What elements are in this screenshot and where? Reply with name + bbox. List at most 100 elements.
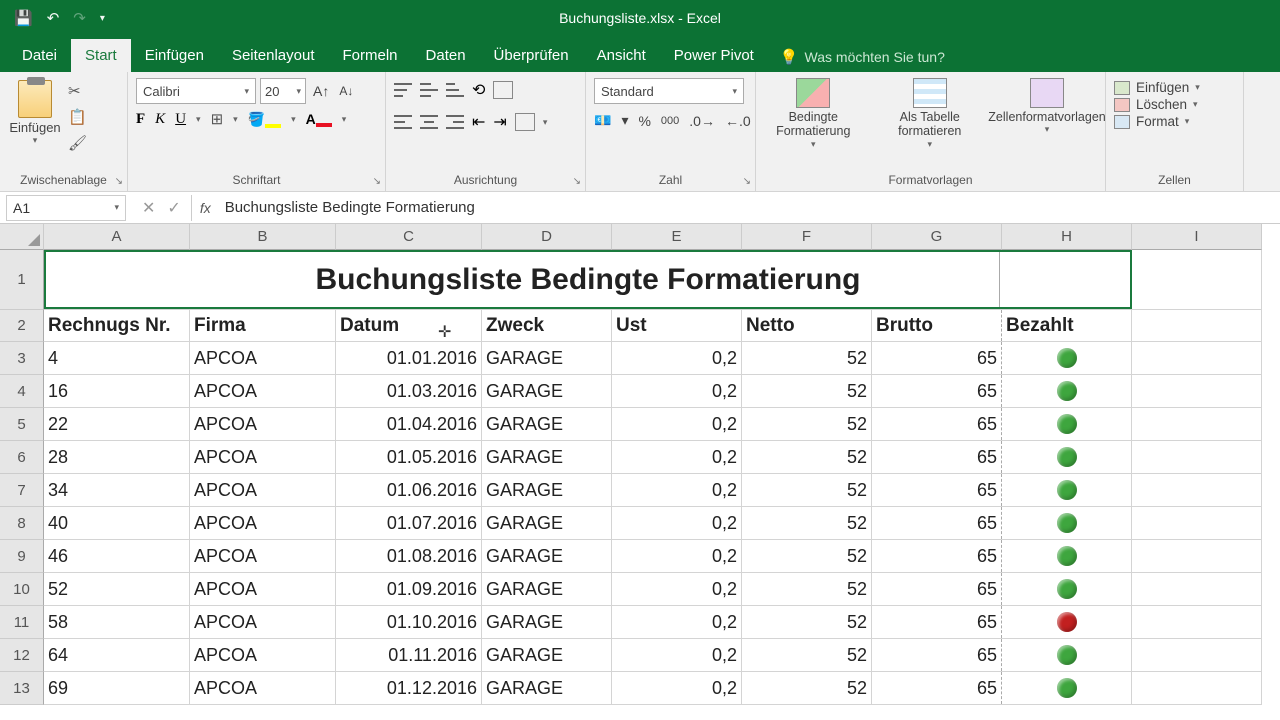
paid-status-cell[interactable] [1002, 606, 1132, 638]
data-cell[interactable]: 65 [872, 408, 1002, 440]
column-header[interactable]: F [742, 224, 872, 250]
format-as-table-button[interactable]: Als Tabelle formatieren▾ [881, 78, 980, 150]
paste-button[interactable]: Einfügen ▾ [8, 76, 62, 152]
paid-status-cell[interactable] [1002, 672, 1132, 704]
cell[interactable] [1132, 408, 1262, 440]
cell-styles-button[interactable]: Zellenformatvorlagen▾ [997, 78, 1097, 150]
row-header[interactable]: 13 [0, 672, 44, 705]
percent-button[interactable]: % [638, 113, 650, 129]
font-color-button[interactable]: A [306, 111, 332, 127]
increase-indent-icon[interactable]: ⇥ [493, 112, 506, 132]
data-cell[interactable]: 01.08.2016 [336, 540, 482, 572]
row-header[interactable]: 3 [0, 342, 44, 375]
data-cell[interactable]: 65 [872, 573, 1002, 605]
tab-einfuegen[interactable]: Einfügen [131, 39, 218, 72]
header-cell[interactable]: Zweck [482, 310, 612, 341]
data-cell[interactable]: 52 [742, 540, 872, 572]
chevron-down-icon[interactable]: ▾ [621, 112, 628, 129]
chevron-down-icon[interactable]: ▾ [196, 114, 201, 125]
data-cell[interactable]: 0,2 [612, 540, 742, 572]
data-cell[interactable]: 52 [742, 375, 872, 407]
data-cell[interactable]: 01.09.2016 [336, 573, 482, 605]
data-cell[interactable]: APCOA [190, 672, 336, 704]
paid-status-cell[interactable] [1002, 507, 1132, 539]
data-cell[interactable]: APCOA [190, 507, 336, 539]
data-cell[interactable]: 52 [742, 474, 872, 506]
increase-font-icon[interactable]: A↑ [310, 83, 332, 99]
copy-icon[interactable]: 📋 [68, 108, 87, 126]
data-cell[interactable]: GARAGE [482, 639, 612, 671]
row-header[interactable]: 8 [0, 507, 44, 540]
cell[interactable] [1132, 672, 1262, 704]
data-cell[interactable]: 65 [872, 507, 1002, 539]
data-cell[interactable]: 22 [44, 408, 190, 440]
data-cell[interactable]: 52 [742, 441, 872, 473]
cells-area[interactable]: Buchungsliste Bedingte FormatierungRechn… [44, 250, 1262, 705]
data-cell[interactable]: 01.04.2016 [336, 408, 482, 440]
data-cell[interactable]: 58 [44, 606, 190, 638]
underline-button[interactable]: U [175, 111, 186, 128]
font-name-select[interactable]: Calibri▾ [136, 78, 256, 104]
data-cell[interactable]: APCOA [190, 639, 336, 671]
row-header[interactable]: 4 [0, 375, 44, 408]
cell[interactable] [1132, 342, 1262, 374]
data-cell[interactable]: 01.10.2016 [336, 606, 482, 638]
fx-icon[interactable]: fx [192, 200, 219, 216]
data-cell[interactable]: APCOA [190, 342, 336, 374]
data-cell[interactable]: 4 [44, 342, 190, 374]
data-cell[interactable]: 65 [872, 375, 1002, 407]
cell[interactable] [1132, 606, 1262, 638]
tell-me-search[interactable]: 💡 Was möchten Sie tun? [780, 48, 945, 72]
decrease-decimal-icon[interactable]: ←.0 [725, 113, 751, 129]
confirm-icon[interactable]: ✓ [167, 198, 180, 218]
column-header[interactable]: D [482, 224, 612, 250]
data-cell[interactable]: 01.12.2016 [336, 672, 482, 704]
data-cell[interactable]: 01.03.2016 [336, 375, 482, 407]
data-cell[interactable]: APCOA [190, 573, 336, 605]
data-cell[interactable]: GARAGE [482, 540, 612, 572]
align-middle-icon[interactable] [420, 83, 438, 97]
undo-icon[interactable]: ↶ [47, 9, 60, 27]
cell[interactable] [1132, 310, 1262, 341]
data-cell[interactable]: 0,2 [612, 375, 742, 407]
header-cell[interactable]: Firma [190, 310, 336, 341]
paid-status-cell[interactable] [1002, 540, 1132, 572]
header-cell[interactable]: Datum [336, 310, 482, 341]
data-cell[interactable]: APCOA [190, 441, 336, 473]
currency-icon[interactable]: 💶 [594, 112, 611, 129]
data-cell[interactable]: 0,2 [612, 474, 742, 506]
cell[interactable] [1132, 474, 1262, 506]
align-right-icon[interactable] [446, 115, 464, 129]
paid-status-cell[interactable] [1002, 441, 1132, 473]
row-header[interactable]: 10 [0, 573, 44, 606]
column-header[interactable]: C [336, 224, 482, 250]
cancel-icon[interactable]: ✕ [142, 198, 155, 218]
data-cell[interactable]: 65 [872, 540, 1002, 572]
align-bottom-icon[interactable] [446, 83, 464, 97]
increase-decimal-icon[interactable]: .0→ [689, 113, 715, 129]
data-cell[interactable]: 0,2 [612, 342, 742, 374]
data-cell[interactable]: 65 [872, 441, 1002, 473]
save-icon[interactable]: 💾 [14, 9, 33, 27]
redo-icon[interactable]: ↷ [73, 9, 86, 27]
data-cell[interactable]: 0,2 [612, 639, 742, 671]
chevron-down-icon[interactable]: ▾ [342, 114, 347, 125]
tab-seitenlayout[interactable]: Seitenlayout [218, 39, 329, 72]
name-box[interactable]: A1▾ [6, 195, 126, 221]
fill-color-button[interactable]: 🪣 [248, 111, 281, 128]
data-cell[interactable]: 40 [44, 507, 190, 539]
data-cell[interactable]: GARAGE [482, 375, 612, 407]
delete-cells-button[interactable]: Löschen▾ [1114, 97, 1235, 112]
column-header[interactable]: B [190, 224, 336, 250]
cell[interactable] [1132, 250, 1262, 309]
row-header[interactable]: 1 [0, 250, 44, 310]
chevron-down-icon[interactable]: ▾ [233, 114, 238, 125]
data-cell[interactable]: 01.11.2016 [336, 639, 482, 671]
align-center-icon[interactable] [420, 115, 438, 129]
data-cell[interactable]: GARAGE [482, 474, 612, 506]
data-cell[interactable]: 52 [742, 408, 872, 440]
chevron-down-icon[interactable]: ▾ [291, 114, 296, 125]
dialog-launcher-icon[interactable]: ↘ [373, 176, 381, 187]
data-cell[interactable]: 69 [44, 672, 190, 704]
font-size-select[interactable]: 20▾ [260, 78, 306, 104]
